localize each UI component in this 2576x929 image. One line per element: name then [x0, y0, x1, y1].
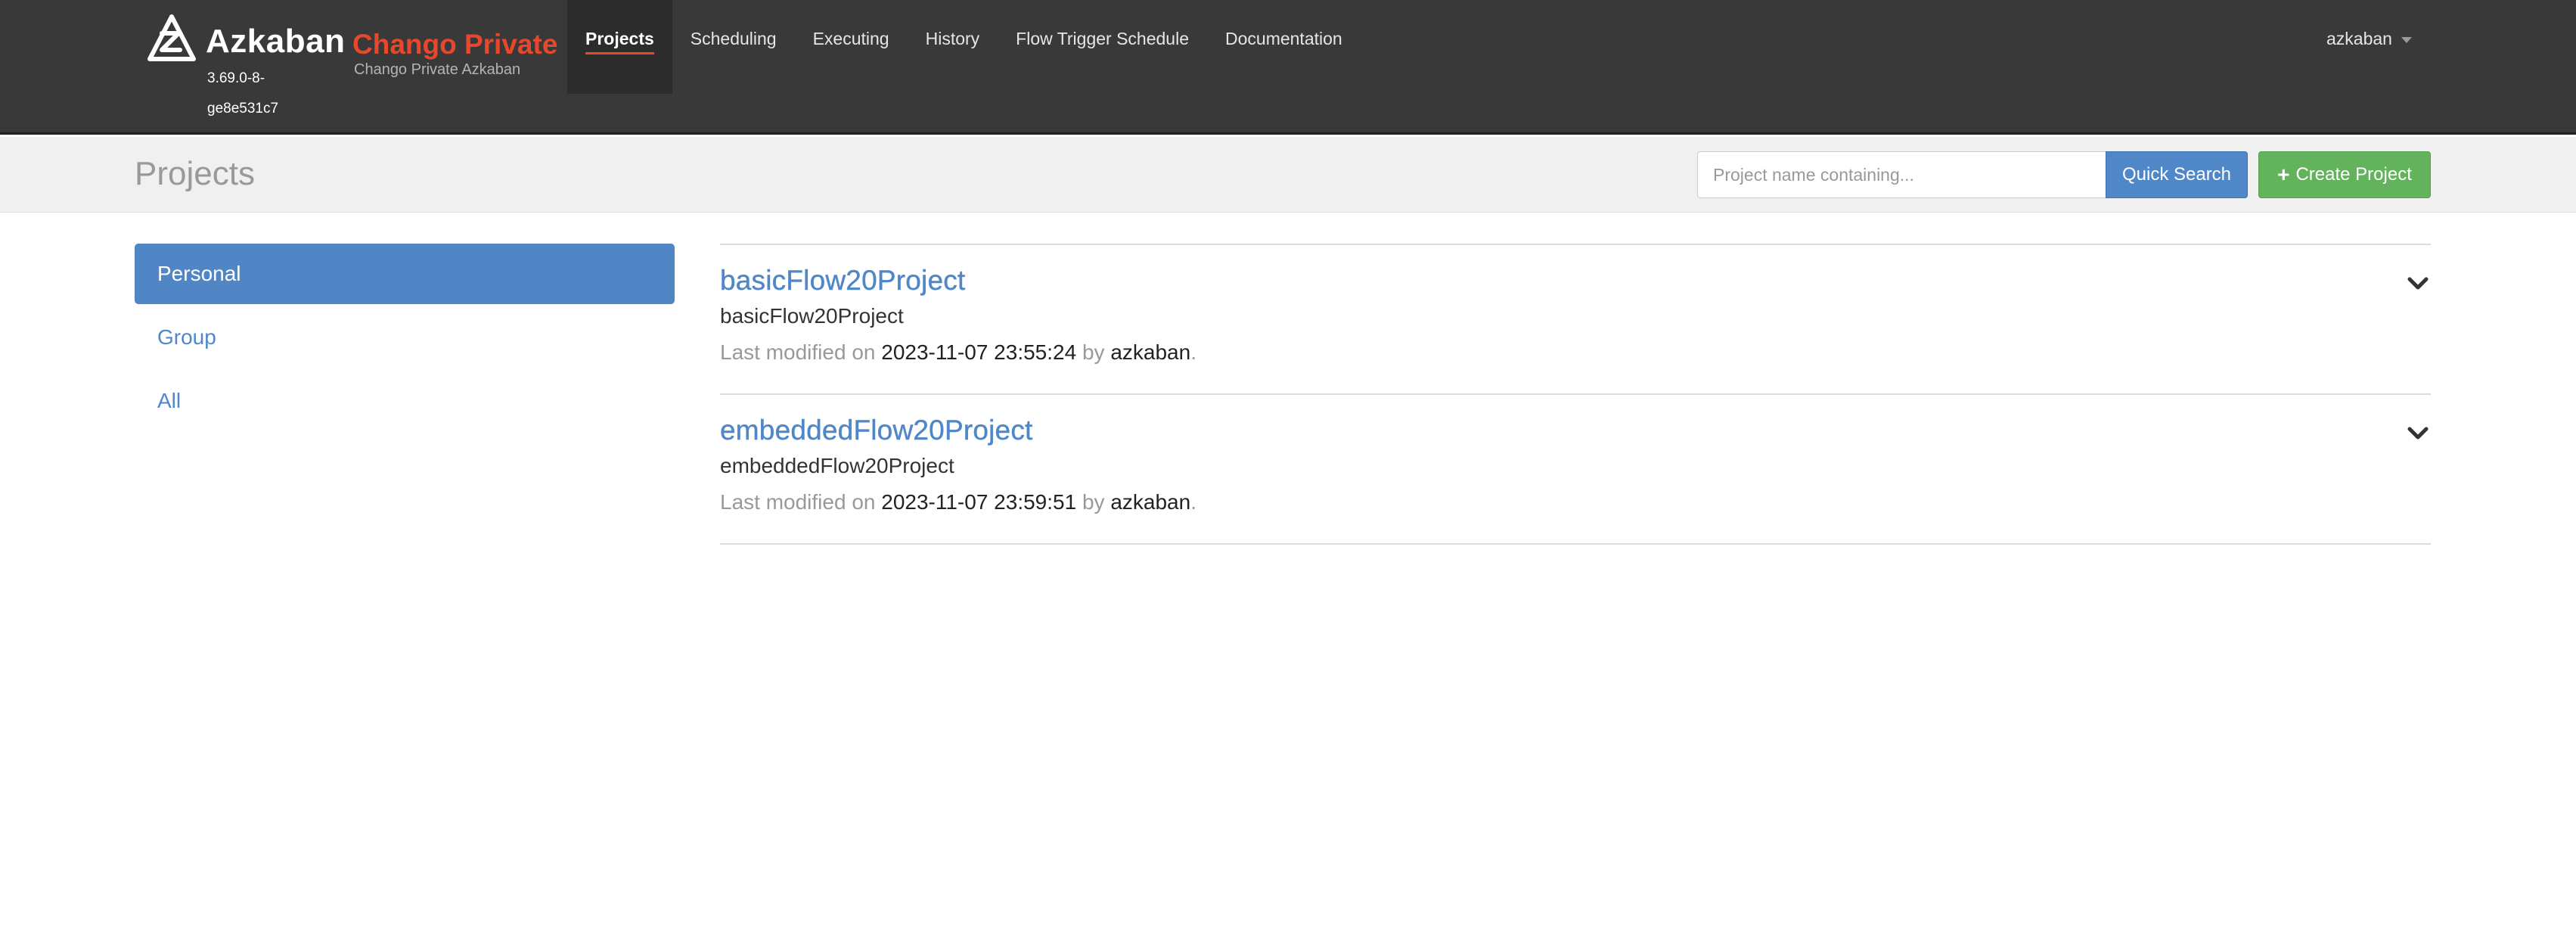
project-modified-info: Last modified on 2023-11-07 23:55:24 by …: [720, 340, 2431, 365]
sidebar-item-personal[interactable]: Personal: [135, 244, 675, 304]
quick-search-button[interactable]: Quick Search: [2106, 151, 2248, 198]
project-name-link[interactable]: embeddedFlow20Project: [720, 415, 1033, 446]
create-project-button[interactable]: + Create Project: [2258, 151, 2431, 198]
caret-down-icon: [2401, 36, 2412, 43]
sidebar-item-all[interactable]: All: [135, 371, 675, 431]
project-item: basicFlow20Project basicFlow20Project La…: [720, 245, 2431, 395]
modified-user: azkaban: [1110, 490, 1191, 514]
modified-by-label: by: [1082, 340, 1105, 364]
nav-item-label: Documentation: [1225, 29, 1342, 48]
brand-name: Azkaban: [206, 23, 346, 60]
modified-suffix: .: [1190, 340, 1196, 364]
nav-item-label: Scheduling: [690, 29, 777, 48]
modified-date: 2023-11-07 23:55:24: [881, 340, 1077, 364]
brand-version: 3.69.0-8-ge8e531c7: [207, 70, 279, 117]
project-name-link[interactable]: basicFlow20Project: [720, 265, 966, 297]
chevron-down-icon[interactable]: [2405, 421, 2431, 446]
main-nav: Projects Scheduling Executing History Fl…: [567, 0, 1361, 94]
top-navbar: Azkaban 3.69.0-8-ge8e531c7 Chango Privat…: [0, 0, 2576, 135]
modified-user: azkaban: [1110, 340, 1191, 364]
modified-prefix: Last modified on: [720, 490, 876, 514]
modified-date: 2023-11-07 23:59:51: [881, 490, 1077, 514]
nav-item-history[interactable]: History: [908, 0, 998, 94]
modified-suffix: .: [1190, 490, 1196, 514]
user-name: azkaban: [2326, 29, 2392, 48]
modified-by-label: by: [1082, 490, 1105, 514]
nav-item-label: History: [925, 29, 980, 48]
plus-icon: +: [2277, 163, 2290, 186]
project-description: embeddedFlow20Project: [720, 454, 954, 477]
project-list: basicFlow20Project basicFlow20Project La…: [720, 244, 2431, 545]
chevron-down-icon[interactable]: [2405, 271, 2431, 297]
nav-item-documentation[interactable]: Documentation: [1207, 0, 1361, 94]
create-project-label: Create Project: [2295, 164, 2412, 185]
nav-item-scheduling[interactable]: Scheduling: [672, 0, 795, 94]
project-filter-sidebar: Personal Group All: [135, 244, 675, 434]
project-description: basicFlow20Project: [720, 304, 904, 328]
page-header: Projects Quick Search + Create Project: [0, 137, 2576, 213]
page-title: Projects: [135, 155, 255, 192]
nav-item-label: Flow Trigger Schedule: [1016, 29, 1189, 48]
nav-item-projects[interactable]: Projects: [567, 0, 672, 94]
nav-item-flow-trigger-schedule[interactable]: Flow Trigger Schedule: [998, 0, 1207, 94]
project-modified-info: Last modified on 2023-11-07 23:59:51 by …: [720, 490, 2431, 514]
sidebar-item-group[interactable]: Group: [135, 307, 675, 368]
project-item: embeddedFlow20Project embeddedFlow20Proj…: [720, 395, 2431, 545]
nav-item-executing[interactable]: Executing: [795, 0, 908, 94]
user-menu[interactable]: azkaban: [2326, 29, 2412, 49]
nav-item-label: Projects: [585, 29, 654, 54]
project-search-input[interactable]: [1697, 151, 2106, 198]
azkaban-logo-icon: [147, 14, 196, 61]
nav-item-label: Executing: [812, 29, 889, 48]
modified-prefix: Last modified on: [720, 340, 876, 364]
brand-env-name: Chango Private: [352, 29, 558, 60]
brand-env-subtitle: Chango Private Azkaban: [354, 61, 521, 78]
